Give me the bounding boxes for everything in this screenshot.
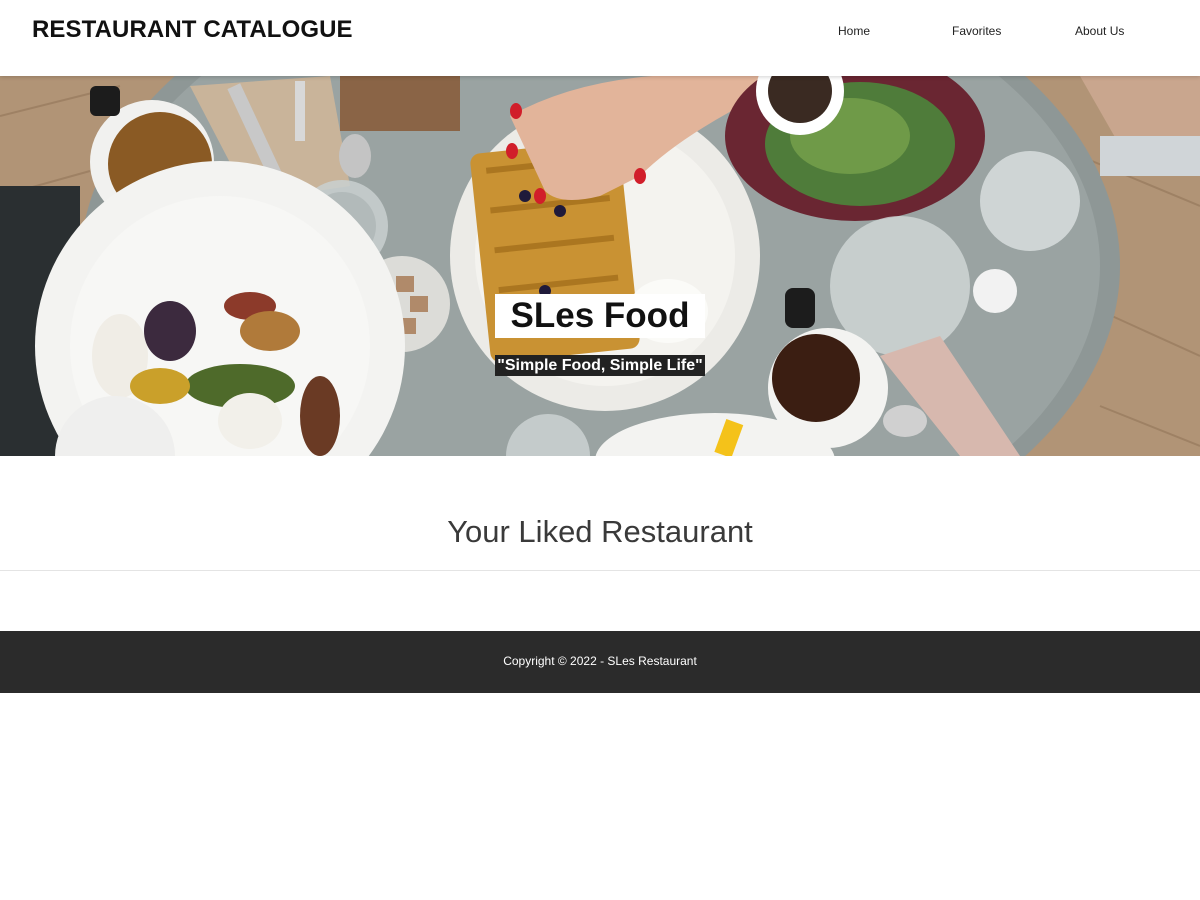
app-bar: RESTAURANT CATALOGUE Home Favorites Abou… (0, 0, 1200, 76)
hero-banner: SLes Food "Simple Food, Simple Life" (0, 76, 1200, 456)
main-nav: Home Favorites About Us (790, 22, 1170, 42)
page-footer: Copyright © 2022 - SLes Restaurant (0, 631, 1200, 693)
brand-title: RESTAURANT CATALOGUE (32, 16, 353, 43)
hero-tagline: "Simple Food, Simple Life" (495, 355, 705, 376)
hero-title: SLes Food (495, 294, 705, 338)
nav-link-about-us[interactable]: About Us (1075, 22, 1124, 40)
nav-link-favorites[interactable]: Favorites (952, 22, 1001, 40)
hero-food-image (0, 76, 1200, 456)
nav-link-home[interactable]: Home (838, 22, 870, 40)
section-divider (0, 570, 1200, 571)
footer-copyright: Copyright © 2022 - SLes Restaurant (503, 654, 697, 668)
page-title: Your Liked Restaurant (447, 514, 753, 549)
